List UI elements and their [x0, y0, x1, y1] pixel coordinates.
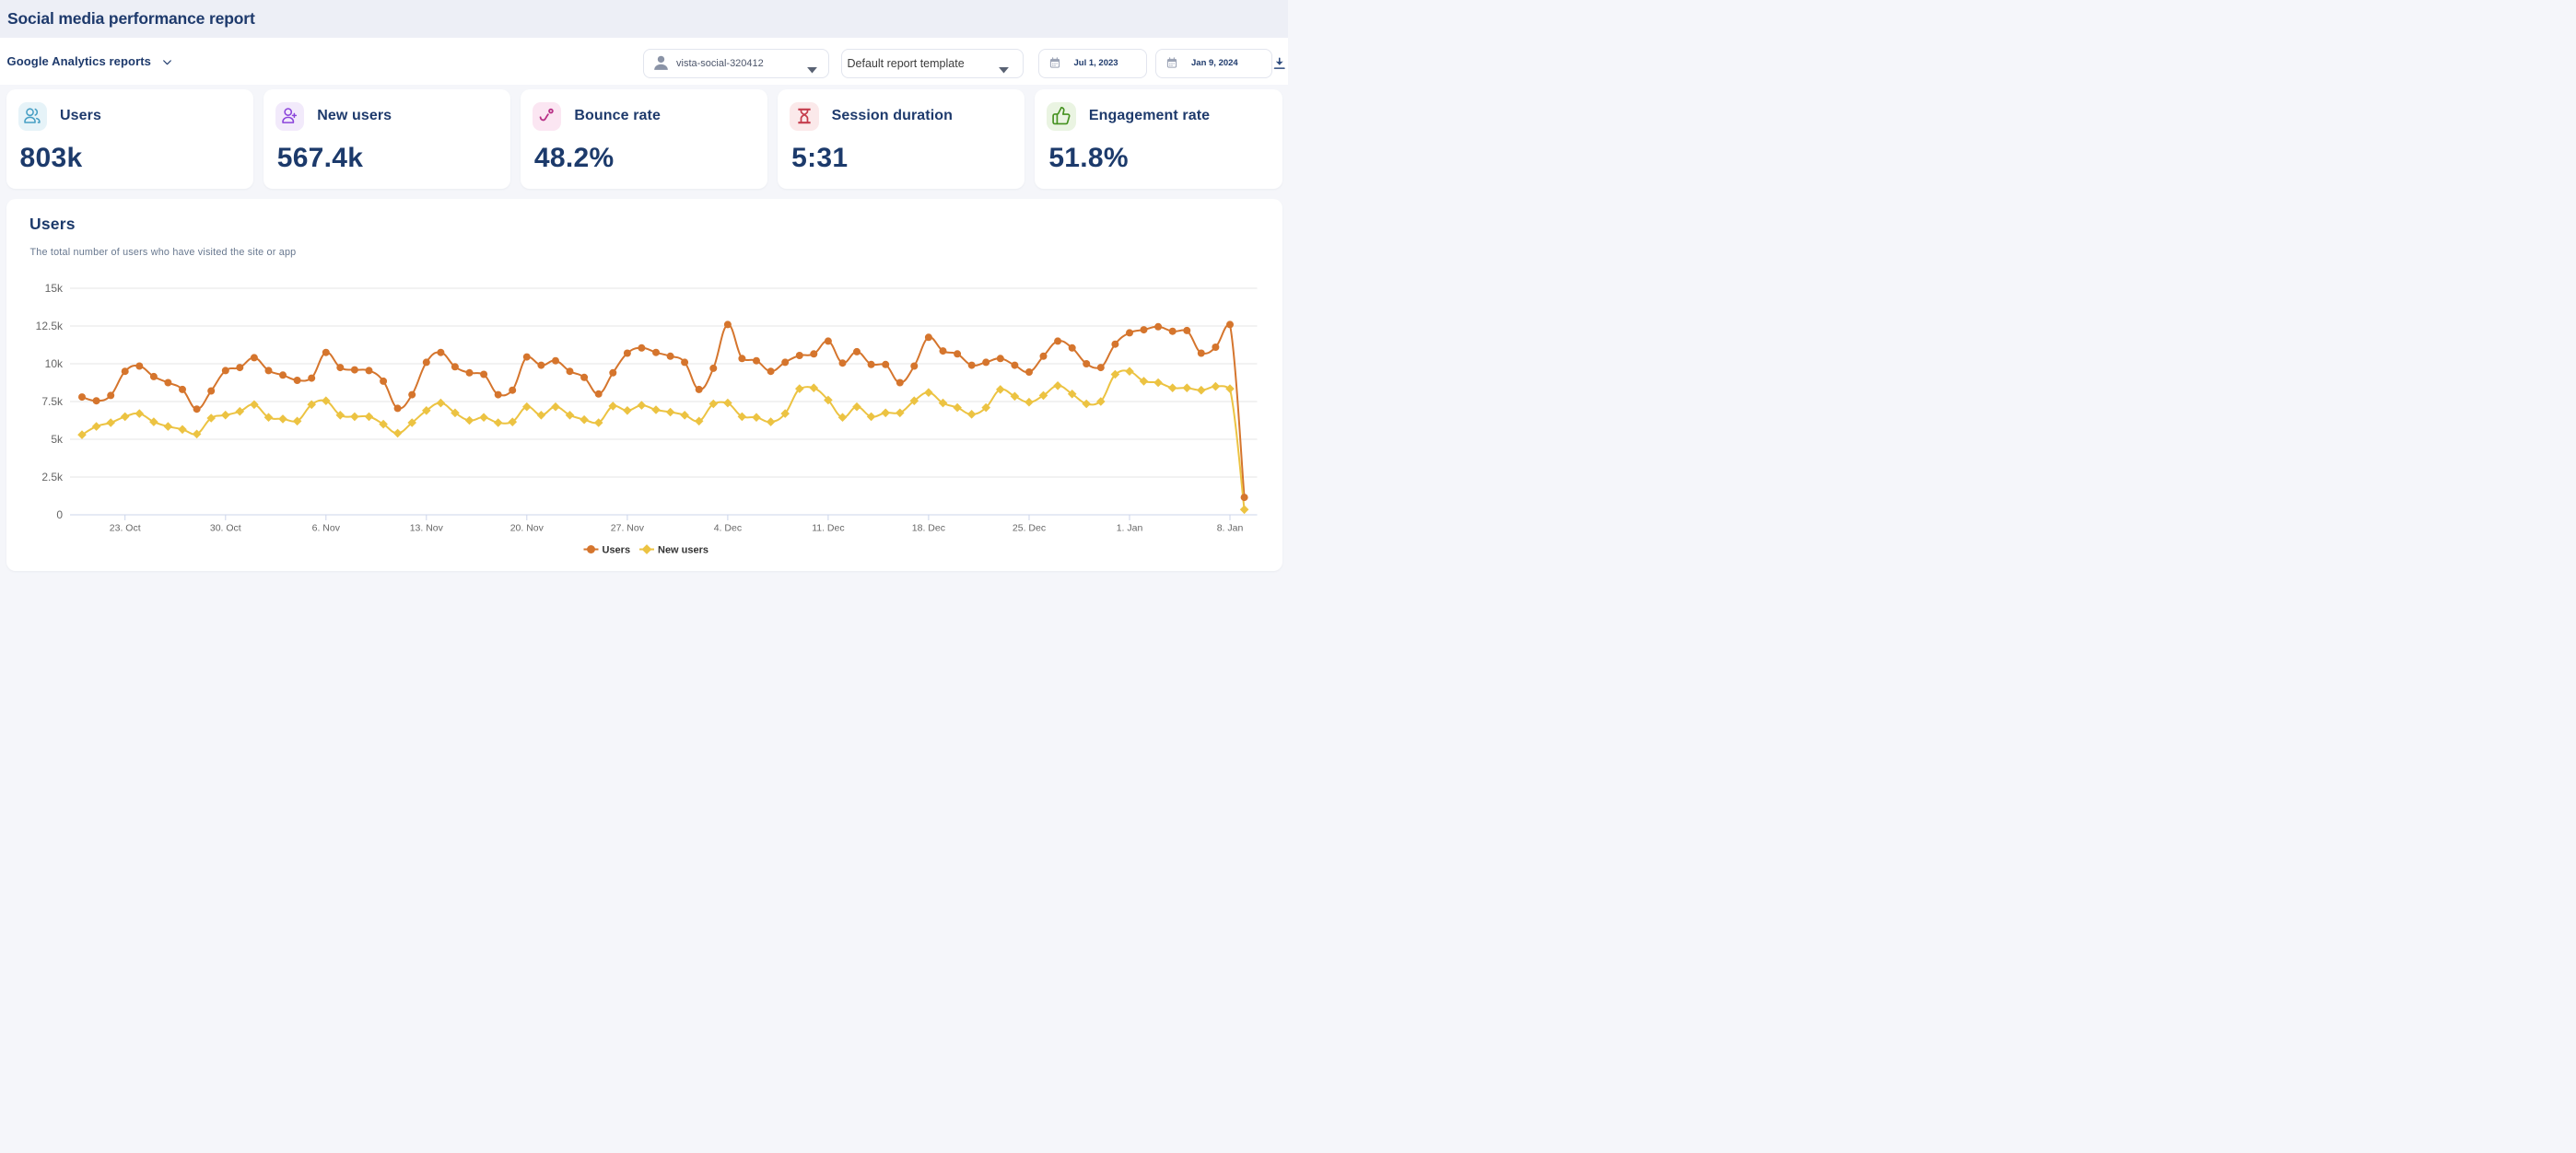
svg-text:30. Oct: 30. Oct	[209, 523, 240, 534]
svg-text:1. Jan: 1. Jan	[1116, 523, 1142, 534]
svg-text:7.5k: 7.5k	[41, 395, 64, 408]
svg-text:6. Nov: 6. Nov	[311, 523, 340, 534]
svg-text:Users: Users	[602, 545, 630, 556]
svg-text:25. Dec: 25. Dec	[1012, 523, 1045, 534]
svg-text:11. Dec: 11. Dec	[812, 523, 844, 534]
svg-text:13. Nov: 13. Nov	[409, 523, 443, 534]
svg-text:0: 0	[56, 508, 63, 521]
svg-text:2.5k: 2.5k	[41, 471, 64, 483]
svg-text:20. Nov: 20. Nov	[509, 523, 544, 534]
svg-text:New users: New users	[658, 545, 708, 556]
svg-text:8. Jan: 8. Jan	[1216, 523, 1243, 534]
svg-text:18. Dec: 18. Dec	[911, 523, 944, 534]
svg-text:23. Oct: 23. Oct	[109, 523, 140, 534]
svg-text:5k: 5k	[51, 433, 64, 446]
svg-text:10k: 10k	[44, 357, 63, 370]
svg-text:12.5k: 12.5k	[35, 320, 63, 332]
svg-text:4. Dec: 4. Dec	[713, 523, 741, 534]
svg-text:27. Nov: 27. Nov	[610, 523, 644, 534]
svg-text:15k: 15k	[44, 282, 63, 295]
